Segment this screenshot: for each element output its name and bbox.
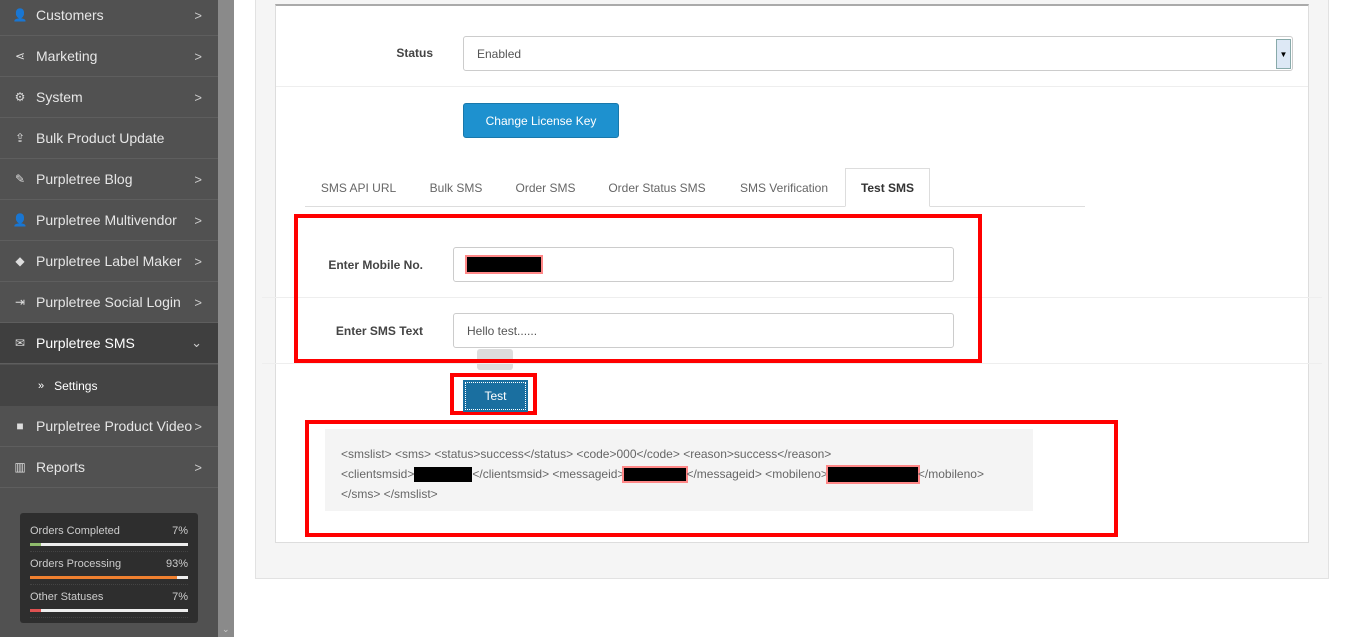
sidebar: 👤 Customers > ⋖ Marketing > ⚙ System > ⇪ Bulk Prod… xyxy=(0,0,218,637)
status-label: Status xyxy=(396,46,433,60)
sidebar-item-bulk-product-update[interactable]: ⇪ Bulk Product Update xyxy=(0,118,218,159)
sidebar-item-system[interactable]: ⚙ System > xyxy=(0,77,218,118)
sign-in-icon: ⇥ xyxy=(14,295,26,309)
divider xyxy=(276,86,1308,87)
video-icon: ■ xyxy=(16,419,24,433)
sidebar-item-purpletree-social-login[interactable]: ⇥ Purpletree Social Login > xyxy=(0,282,218,323)
status-select[interactable]: Enabled ▼ xyxy=(463,36,1293,71)
sidebar-item-purpletree-label-maker[interactable]: ◆ Purpletree Label Maker > xyxy=(0,241,218,282)
tab-bulk-sms[interactable]: Bulk SMS xyxy=(412,168,500,207)
chevron-icon: ⌄ xyxy=(191,335,202,350)
progress-bar xyxy=(30,609,188,612)
scroll-down-icon[interactable]: ⌄ xyxy=(222,624,230,635)
chevron-icon: > xyxy=(194,89,202,105)
stat-other-statuses: Other Statuses 7% xyxy=(30,585,188,618)
sidebar-item-reports[interactable]: ▥ Reports > xyxy=(0,447,218,488)
progress-bar xyxy=(30,576,188,579)
sidebar-item-purpletree-product-video[interactable]: ■ Purpletree Product Video > xyxy=(0,406,218,447)
divider xyxy=(262,363,1322,364)
sidebar-item-marketing[interactable]: ⋖ Marketing > xyxy=(0,36,218,77)
order-stats: Orders Completed 7% Orders Processing 93% Ot… xyxy=(20,513,198,623)
chevron-icon: > xyxy=(194,459,202,475)
dropdown-arrow-icon[interactable]: ▼ xyxy=(1276,39,1291,69)
user-icon: 👤 xyxy=(12,213,28,227)
tab-test-sms[interactable]: Test SMS xyxy=(845,168,930,207)
sidebar-item-customers[interactable]: 👤 Customers > xyxy=(0,0,218,36)
sidebar-item-purpletree-sms[interactable]: ✉ Purpletree SMS ⌄ xyxy=(0,323,218,364)
sidebar-item-purpletree-multivendor[interactable]: 👤 Purpletree Multivendor > xyxy=(0,200,218,241)
sidebar-scrollbar[interactable]: ⌄ xyxy=(218,0,234,637)
chevron-icon: > xyxy=(194,294,202,310)
highlight-box-response xyxy=(305,420,1118,537)
stat-orders-completed: Orders Completed 7% xyxy=(30,519,188,552)
user-icon: 👤 xyxy=(12,8,28,22)
tag-icon: ◆ xyxy=(15,254,25,268)
chevron-icon: > xyxy=(194,212,202,228)
highlight-box-inputs xyxy=(294,214,982,363)
chevron-icon: > xyxy=(194,253,202,269)
chevron-icon: > xyxy=(194,171,202,187)
chevron-icon: > xyxy=(194,48,202,64)
tab-order-status-sms[interactable]: Order Status SMS xyxy=(591,168,723,207)
bar-chart-icon: ▥ xyxy=(14,460,26,474)
envelope-icon: ✉ xyxy=(14,336,26,350)
tab-sms-api-url[interactable]: SMS API URL xyxy=(305,168,412,207)
sidebar-item-purpletree-blog[interactable]: ✎ Purpletree Blog > xyxy=(0,159,218,200)
share-icon: ⋖ xyxy=(14,49,26,63)
progress-bar xyxy=(30,543,188,546)
sidebar-subitem-settings[interactable]: » Settings xyxy=(0,365,218,406)
tab-order-sms[interactable]: Order SMS xyxy=(500,168,591,207)
stat-orders-processing: Orders Processing 93% xyxy=(30,552,188,585)
double-chevron-icon: » xyxy=(38,379,45,392)
gear-icon: ⚙ xyxy=(14,90,26,104)
chevron-icon: > xyxy=(194,7,202,23)
chevron-icon: > xyxy=(194,418,202,434)
change-license-key-button[interactable]: Change License Key xyxy=(463,103,619,138)
upload-icon: ⇪ xyxy=(14,131,26,145)
edit-icon: ✎ xyxy=(14,172,26,186)
tab-sms-verification[interactable]: SMS Verification xyxy=(723,168,845,207)
test-button[interactable]: Test xyxy=(463,380,528,412)
